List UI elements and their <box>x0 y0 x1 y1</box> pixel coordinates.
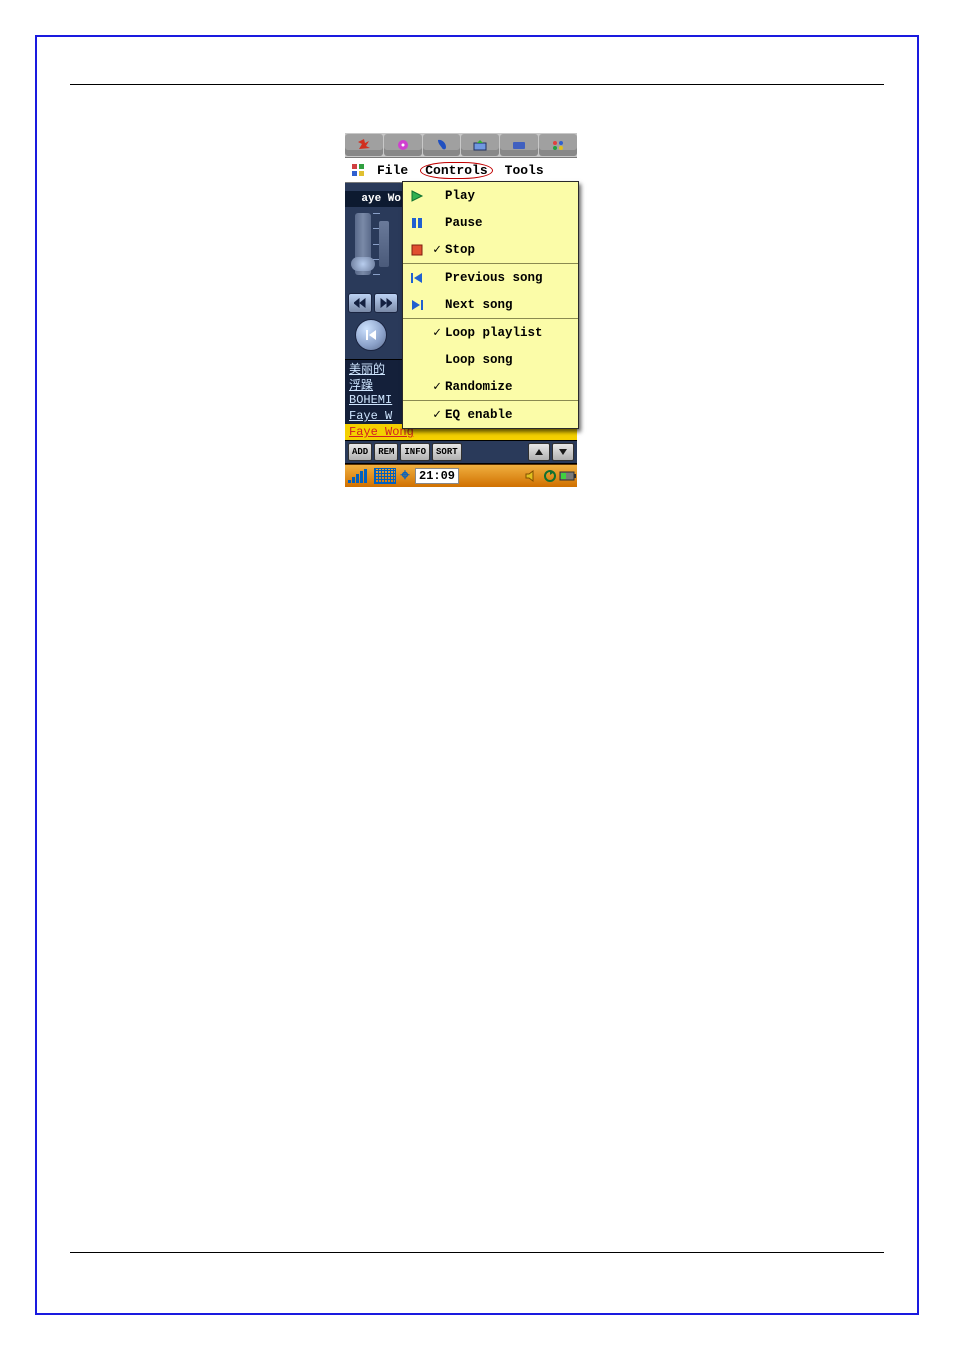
dropdown-label: Stop <box>445 243 475 257</box>
forward-button[interactable] <box>374 293 398 313</box>
menu-file[interactable]: File <box>377 163 408 178</box>
dropdown-next[interactable]: Next song <box>403 291 578 318</box>
menu-tools[interactable]: Tools <box>505 163 544 178</box>
play-icon <box>407 190 427 202</box>
add-button[interactable]: ADD <box>348 443 372 461</box>
playlist-toolbar: ADD REM INFO SORT <box>345 440 577 464</box>
scroll-down-button[interactable] <box>552 443 574 461</box>
os-icon-apps[interactable] <box>539 134 577 156</box>
dropdown-loop-song[interactable]: Loop song <box>403 346 578 373</box>
clock: 21:09 <box>415 468 459 484</box>
dropdown-label: Previous song <box>445 271 543 285</box>
dropdown-previous[interactable]: Previous song <box>403 264 578 291</box>
app-icon <box>351 163 365 177</box>
app-menu-bar: File Controls Tools <box>345 157 577 183</box>
checkmark-icon: ✓ <box>429 407 445 422</box>
header-rule <box>70 84 884 85</box>
dropdown-label: Loop song <box>445 353 513 367</box>
pause-icon <box>407 217 427 229</box>
tray-sync-icon[interactable] <box>541 470 559 482</box>
tray-battery-icon <box>559 471 577 481</box>
dropdown-pause[interactable]: Pause <box>403 209 578 236</box>
dropdown-label: Play <box>445 189 475 203</box>
os-bottom-bar: ⌖ 21:09 <box>345 464 577 487</box>
os-icon-disk[interactable] <box>384 134 422 156</box>
volume-slider[interactable] <box>355 213 371 275</box>
volume-thumb[interactable] <box>351 257 375 271</box>
sort-button[interactable]: SORT <box>432 443 462 461</box>
signal-icon <box>345 469 370 483</box>
os-icon-fixit[interactable] <box>345 134 383 156</box>
os-icon-phone[interactable] <box>423 134 461 156</box>
controls-dropdown: Play Pause ✓ Stop Previous song <box>402 181 579 429</box>
os-icon-card[interactable] <box>500 134 538 156</box>
keyboard-icon[interactable] <box>374 468 396 484</box>
os-top-iconbar <box>345 133 577 157</box>
dropdown-randomize[interactable]: ✓ Randomize <box>403 373 578 400</box>
dropdown-loop-playlist[interactable]: ✓ Loop playlist <box>403 319 578 346</box>
dropdown-label: Randomize <box>445 380 513 394</box>
dropdown-label: Next song <box>445 298 513 312</box>
os-icon-inbox[interactable] <box>461 134 499 156</box>
device-screenshot: File Controls Tools aye Wo 美丽的 浮躁 BOHEMI <box>345 133 577 487</box>
rewind-button[interactable] <box>348 293 372 313</box>
dropdown-label: Loop playlist <box>445 326 543 340</box>
dropdown-play[interactable]: Play <box>403 182 578 209</box>
dropdown-label: EQ enable <box>445 408 513 422</box>
bluetooth-icon: ⌖ <box>398 467 412 485</box>
previous-round-button[interactable] <box>355 319 387 351</box>
menu-controls[interactable]: Controls <box>420 162 492 179</box>
scroll-up-button[interactable] <box>528 443 550 461</box>
dropdown-label: Pause <box>445 216 483 230</box>
dropdown-stop[interactable]: ✓ Stop <box>403 236 578 263</box>
previous-icon <box>407 272 427 284</box>
now-playing: aye Wo <box>345 191 403 207</box>
rem-button[interactable]: REM <box>374 443 398 461</box>
transport-row <box>348 293 398 313</box>
footer-rule <box>70 1252 884 1253</box>
checkmark-icon: ✓ <box>429 242 445 257</box>
checkmark-icon: ✓ <box>429 325 445 340</box>
checkmark-icon: ✓ <box>429 379 445 394</box>
tray-sound-icon[interactable] <box>523 470 541 482</box>
dropdown-eq-enable[interactable]: ✓ EQ enable <box>403 401 578 428</box>
eq-indicator <box>379 221 389 267</box>
next-icon <box>407 299 427 311</box>
info-button[interactable]: INFO <box>400 443 430 461</box>
stop-icon <box>407 244 427 256</box>
